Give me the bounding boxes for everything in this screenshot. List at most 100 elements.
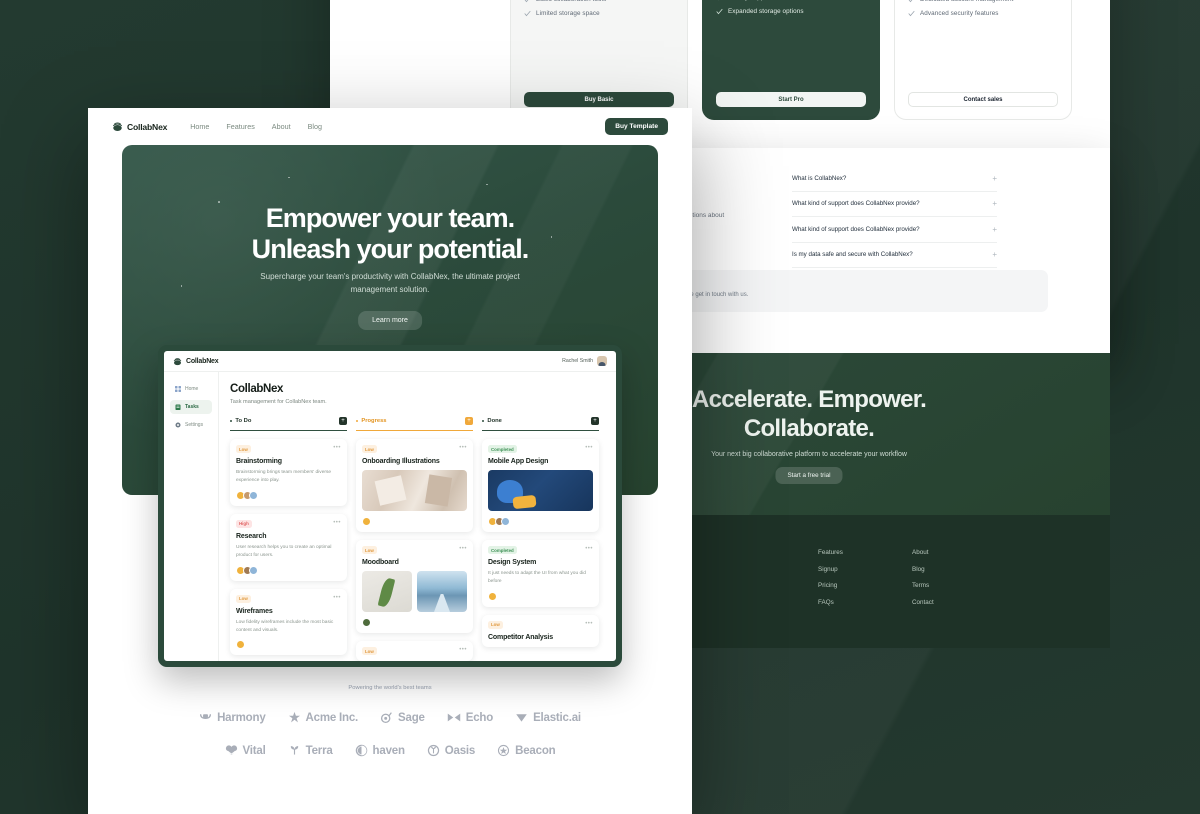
footer-link-contact[interactable]: Contact xyxy=(912,599,934,606)
start-pro-button[interactable]: Start Pro xyxy=(716,92,866,107)
nav-link-features[interactable]: Features xyxy=(226,122,254,131)
task-card[interactable]: Low ••• Moodboard xyxy=(356,540,473,633)
star-speck xyxy=(486,183,488,185)
task-card[interactable]: Low ••• Competitor Analysis xyxy=(482,614,599,647)
plus-icon[interactable]: + xyxy=(992,250,997,259)
task-card[interactable]: Completed ••• Mobile App Design xyxy=(482,439,599,532)
task-card[interactable]: Low ••• Onboarding Illustrations xyxy=(356,439,473,532)
logo-row-1: Harmony Acme Inc. Sage Echo Elastic.ai xyxy=(88,711,692,724)
task-header: Low ••• xyxy=(236,594,341,603)
add-task-button[interactable]: + xyxy=(339,417,347,425)
pricing-card-basic[interactable]: $490/year Task management Basic collabor… xyxy=(510,0,688,120)
logo-terra: Terra xyxy=(288,744,333,757)
footer-link-signup[interactable]: Signup xyxy=(818,566,843,573)
faq-contact-title: listed? xyxy=(654,280,1034,287)
cta-heading-line2: Collaborate. xyxy=(743,415,875,443)
nav-link-about[interactable]: About xyxy=(272,122,291,131)
task-menu-icon[interactable]: ••• xyxy=(333,595,341,601)
priority-badge: Low xyxy=(362,647,377,655)
buy-template-button[interactable]: Buy Template xyxy=(605,118,668,135)
task-card[interactable]: Low ••• xyxy=(356,641,473,661)
dashboard-brand[interactable]: CollabNex xyxy=(173,357,219,366)
footer-link-blog[interactable]: Blog xyxy=(912,566,934,573)
logo-label: Oasis xyxy=(444,744,476,757)
status-badge: Completed xyxy=(488,445,517,453)
logo-label: Echo xyxy=(465,711,494,724)
task-card[interactable]: Low ••• Wireframes Low fidelity wirefram… xyxy=(230,588,347,656)
star-speck xyxy=(180,285,183,287)
snail-icon xyxy=(381,712,392,724)
task-card[interactable]: Completed ••• Design System It just need… xyxy=(482,540,599,607)
plus-icon[interactable]: + xyxy=(992,225,997,234)
logo-label: Terra xyxy=(305,744,333,757)
task-menu-icon[interactable]: ••• xyxy=(585,546,593,552)
buy-basic-button[interactable]: Buy Basic xyxy=(524,92,674,107)
sidebar-item-settings[interactable]: Settings xyxy=(170,418,212,432)
task-title: Onboarding Illustrations xyxy=(362,458,440,465)
task-assignees xyxy=(362,618,467,627)
task-card[interactable]: High ••• Research User research helps yo… xyxy=(230,513,347,581)
screenshot-stage: $490/year Task management Basic collabor… xyxy=(0,0,1200,814)
task-card[interactable]: Low ••• Brainstorming Brainstorming brin… xyxy=(230,439,347,506)
thumbnail-lake xyxy=(417,571,467,612)
task-menu-icon[interactable]: ••• xyxy=(333,445,341,451)
footer-link-pricing[interactable]: Pricing xyxy=(818,582,843,589)
nav-link-blog[interactable]: Blog xyxy=(308,122,322,131)
hero-heading: Empower your team. Unleash your potentia… xyxy=(122,203,658,264)
pricing-card-pro[interactable]: $1.5K/year Task management Advanced coll… xyxy=(702,0,880,120)
sidebar-item-tasks[interactable]: Tasks xyxy=(170,400,212,414)
logo-vital: Vital xyxy=(225,744,266,757)
dashboard-user[interactable]: Rachel Smith xyxy=(562,356,607,366)
dashboard-topbar: CollabNex Rachel Smith xyxy=(164,351,616,372)
logo-row-2: Vital Terra haven Oasis Beacon xyxy=(88,744,692,757)
logo-label: haven xyxy=(372,744,405,757)
priority-badge: Low xyxy=(362,546,377,554)
plus-icon[interactable]: + xyxy=(992,199,997,208)
footer-link-features[interactable]: Features xyxy=(818,549,843,556)
task-menu-icon[interactable]: ••• xyxy=(585,621,593,627)
task-menu-icon[interactable]: ••• xyxy=(585,445,593,451)
faq-list: What is CollabNex? + What kind of suppor… xyxy=(792,166,997,268)
task-menu-icon[interactable]: ••• xyxy=(459,647,467,653)
sidebar-item-home[interactable]: Home xyxy=(170,382,212,396)
collabnex-leaf-icon xyxy=(113,122,122,131)
logo-beacon: Beacon xyxy=(497,744,556,757)
task-title: Brainstorming xyxy=(236,458,282,465)
faq-item[interactable]: What kind of support does CollabNex prov… xyxy=(792,192,997,217)
pricing-feature: Expanded storage options xyxy=(716,8,866,15)
task-menu-icon[interactable]: ••• xyxy=(333,520,341,526)
plus-icon[interactable]: + xyxy=(992,174,997,183)
footer-link-terms[interactable]: Terms xyxy=(912,582,934,589)
faq-item[interactable]: Is my data safe and secure with CollabNe… xyxy=(792,243,997,268)
brand-name: CollabNex xyxy=(127,121,168,132)
pricing-card-enterprise[interactable]: $12K/year Fully customisable plans Dedic… xyxy=(894,0,1072,120)
footer-link-about[interactable]: About xyxy=(912,549,934,556)
circle-burst-icon xyxy=(427,744,439,757)
learn-more-button[interactable]: Learn more xyxy=(358,311,422,330)
logo-label: Acme Inc. xyxy=(305,711,359,724)
faq-contact-banner: listed? tions — please get in touch with… xyxy=(640,270,1048,312)
faq-item[interactable]: What is CollabNex? + xyxy=(792,166,997,192)
contact-sales-button[interactable]: Contact sales xyxy=(908,92,1058,107)
task-menu-icon[interactable]: ••• xyxy=(459,445,467,451)
logo-label: Beacon xyxy=(515,744,556,757)
nav-link-home[interactable]: Home xyxy=(190,122,209,131)
faq-question: Is my data safe and secure with CollabNe… xyxy=(792,251,913,259)
cta-heading-line1: Accelerate. Empower. xyxy=(691,386,927,413)
circle-split-icon xyxy=(355,744,367,757)
clipboard-icon xyxy=(175,404,181,410)
priority-badge: High xyxy=(236,519,252,528)
start-free-trial-button[interactable]: Start a free trial xyxy=(775,467,843,484)
task-menu-icon[interactable]: ••• xyxy=(459,546,467,552)
pricing-feature: Basic collaboration tools xyxy=(524,0,674,3)
footer-link-faqs[interactable]: FAQs xyxy=(818,599,843,606)
brand-logo[interactable]: CollabNex xyxy=(112,121,167,132)
priority-badge: Low xyxy=(488,620,503,629)
faq-item[interactable]: What kind of support does CollabNex prov… xyxy=(792,217,997,243)
add-task-button[interactable]: + xyxy=(465,417,473,425)
logo-acme: Acme Inc. xyxy=(288,711,359,724)
add-task-button[interactable]: + xyxy=(591,417,599,425)
dashboard-title: CollabNex xyxy=(230,383,284,395)
logo-sage: Sage xyxy=(380,711,425,724)
task-thumbnail xyxy=(362,470,467,511)
